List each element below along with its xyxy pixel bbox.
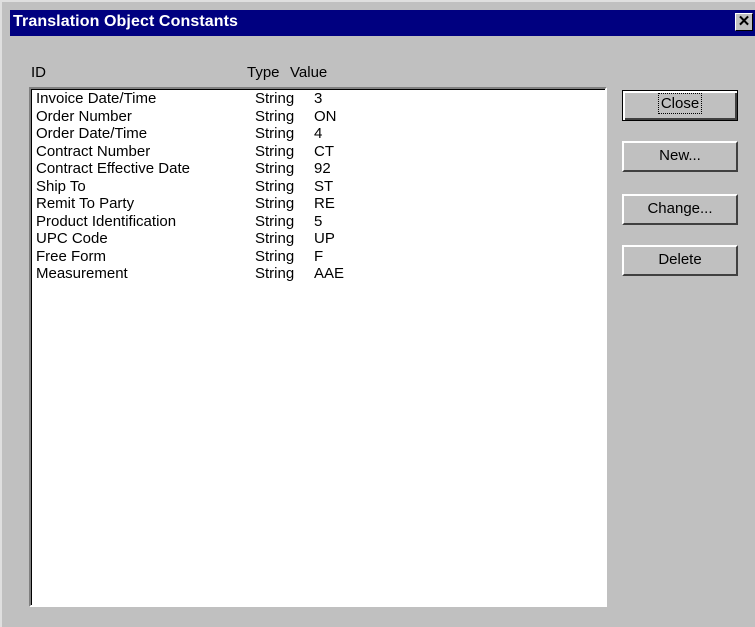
new-button[interactable]: New...: [622, 141, 738, 172]
change-button[interactable]: Change...: [622, 194, 738, 225]
list-item[interactable]: Remit To Party String RE: [31, 195, 605, 213]
column-header-type: Type: [247, 64, 280, 81]
close-button[interactable]: Close: [622, 90, 738, 121]
list-item[interactable]: Ship To String ST: [31, 178, 605, 196]
list-item-id: Contract Effective Date: [36, 160, 190, 177]
list-item-id: Free Form: [36, 247, 107, 265]
list-item-id: Contract Number: [36, 142, 151, 160]
column-header-value: Value: [290, 64, 328, 81]
list-item-type: String: [255, 177, 295, 195]
dialog-window: Translation Object Constants ✕ ID Type V…: [0, 0, 755, 627]
list-item-type: String: [255, 160, 295, 177]
list-item-value: F: [314, 247, 324, 265]
list-item-value: ST: [314, 177, 334, 195]
list-item-id: Product Identification: [36, 212, 177, 230]
list-item[interactable]: Order Date/Time String 4: [31, 125, 605, 143]
title-bar: Translation Object Constants ✕: [10, 10, 755, 36]
list-item-type: String: [255, 142, 295, 160]
list-item-value: RE: [314, 195, 335, 212]
list-item-type: String: [255, 90, 295, 107]
list-item-value: 4: [314, 125, 323, 142]
list-item-id: Invoice Date/Time: [36, 90, 157, 107]
list-item-type: String: [255, 125, 295, 142]
list-item-type: String: [255, 265, 295, 282]
list-item-type: String: [255, 247, 295, 265]
list-item-value: ON: [314, 107, 337, 125]
list-item-type: String: [255, 107, 295, 125]
list-item-value: CT: [314, 142, 334, 160]
list-item-id: Order Number: [36, 107, 132, 125]
window-title: Translation Object Constants: [13, 13, 239, 30]
list-item[interactable]: Invoice Date/Time String 3: [31, 90, 605, 108]
list-item-id: Measurement: [36, 265, 128, 282]
list-item[interactable]: Product Identification String 5: [31, 213, 605, 231]
list-item-type: String: [255, 230, 295, 247]
list-item-value: 3: [314, 90, 323, 107]
column-header-id: ID: [31, 64, 46, 81]
list-item-type: String: [255, 195, 295, 212]
constants-list[interactable]: Invoice Date/Time String 3 Order Number Stri…: [29, 87, 607, 607]
list-item[interactable]: Contract Effective Date String 92: [31, 160, 605, 178]
list-item-value: 92: [314, 160, 331, 177]
list-item-id: Remit To Party: [36, 195, 135, 212]
list-item[interactable]: Measurement String AAE: [31, 265, 605, 283]
list-item[interactable]: Free Form String F: [31, 248, 605, 266]
list-item-value: AAE: [314, 265, 345, 282]
close-button-label: Close: [657, 93, 703, 114]
list-item-id: Ship To: [36, 177, 86, 195]
list-item-id: UPC Code: [36, 230, 108, 247]
list-item-type: String: [255, 212, 295, 230]
list-item-value: UP: [314, 230, 335, 247]
delete-button[interactable]: Delete: [622, 245, 738, 276]
list-item[interactable]: UPC Code String UP: [31, 230, 605, 248]
list-item[interactable]: Contract Number String CT: [31, 143, 605, 161]
list-item-value: 5: [314, 212, 323, 230]
list-item[interactable]: Order Number String ON: [31, 108, 605, 126]
close-icon[interactable]: ✕: [735, 13, 753, 31]
list-item-id: Order Date/Time: [36, 125, 148, 142]
